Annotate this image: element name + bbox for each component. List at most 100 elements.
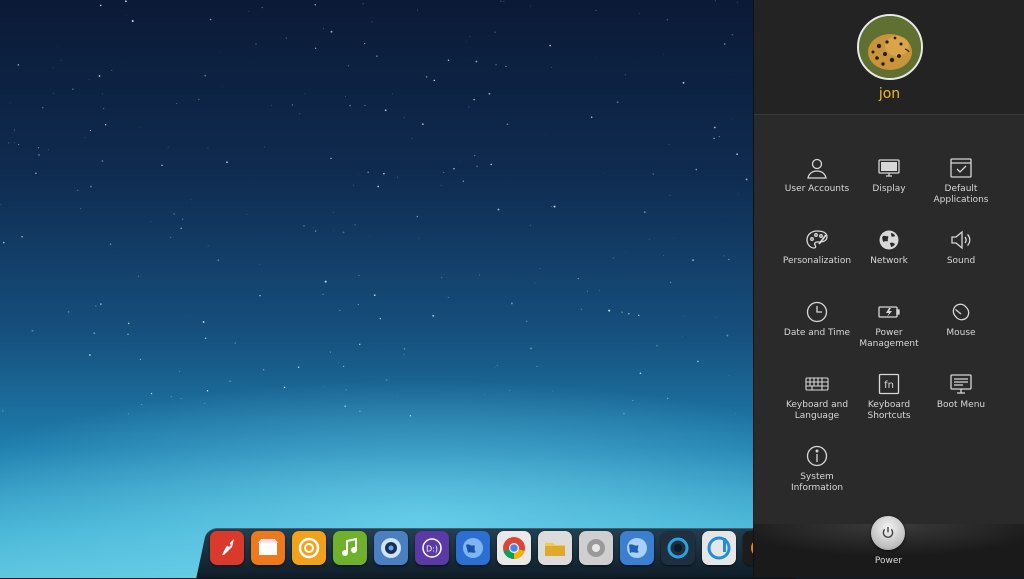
dock-item-web-browser[interactable] xyxy=(456,531,490,565)
speaker-icon xyxy=(949,228,973,252)
dock-item-chrome[interactable] xyxy=(497,531,531,565)
star xyxy=(171,396,172,397)
star xyxy=(649,239,650,240)
settings-item-date-and-time[interactable]: Date and Time xyxy=(777,292,857,356)
user-icon xyxy=(805,156,829,180)
star xyxy=(539,268,540,269)
settings-item-label: System Information xyxy=(777,472,857,494)
star xyxy=(304,93,305,94)
star xyxy=(205,337,207,339)
star xyxy=(628,313,630,315)
settings-item-label: Default Applications xyxy=(921,184,1001,206)
star xyxy=(339,310,340,311)
star xyxy=(475,61,477,63)
dock-item-file-manager[interactable] xyxy=(538,531,572,565)
star xyxy=(173,213,175,215)
star xyxy=(587,291,588,292)
star xyxy=(473,99,475,101)
star xyxy=(204,75,206,77)
rocket-icon xyxy=(214,535,240,561)
star xyxy=(179,371,180,372)
star xyxy=(697,361,699,363)
star xyxy=(530,347,532,349)
star xyxy=(673,238,674,239)
star xyxy=(495,367,496,368)
star xyxy=(613,257,614,258)
settings-item-keyboard-shortcuts[interactable]: fn Keyboard Shortcuts xyxy=(849,364,929,428)
settings-item-keyboard-and-language[interactable]: Keyboard and Language xyxy=(777,364,857,428)
dock-item-store[interactable] xyxy=(251,531,285,565)
star xyxy=(625,74,626,75)
star xyxy=(682,336,683,337)
settings-item-personalization[interactable]: Personalization xyxy=(777,220,857,284)
settings-item-network[interactable]: Network xyxy=(849,220,929,284)
star xyxy=(364,105,365,106)
star xyxy=(68,311,70,313)
dock-item-system-settings[interactable] xyxy=(579,531,613,565)
star xyxy=(170,237,171,238)
star xyxy=(432,315,434,317)
power-label: Power xyxy=(753,556,1024,566)
dock-item-browser-app[interactable] xyxy=(292,531,326,565)
star xyxy=(604,173,605,174)
star xyxy=(348,65,349,66)
star xyxy=(18,144,19,145)
star xyxy=(551,206,552,207)
star xyxy=(182,219,183,220)
star xyxy=(21,236,23,238)
settings-item-default-applications[interactable]: Default Applications xyxy=(921,148,1001,212)
star xyxy=(591,116,592,117)
star xyxy=(551,67,552,68)
settings-item-power-management[interactable]: Power Management xyxy=(849,292,929,356)
star xyxy=(713,138,715,140)
globe-icon xyxy=(877,228,901,252)
star xyxy=(353,185,354,186)
star xyxy=(299,113,300,114)
star xyxy=(260,265,261,266)
star xyxy=(77,190,79,192)
user-avatar[interactable] xyxy=(857,14,923,80)
star xyxy=(422,123,424,125)
desktop-wallpaper[interactable] xyxy=(0,0,753,578)
star xyxy=(488,93,490,95)
dock-item-media-player[interactable] xyxy=(661,531,695,565)
star xyxy=(731,34,733,36)
settings-item-display[interactable]: Display xyxy=(849,148,929,212)
star xyxy=(441,277,442,278)
star xyxy=(100,303,101,304)
star xyxy=(315,48,316,49)
star xyxy=(128,323,130,325)
dock-item-translator[interactable]: D:) xyxy=(415,531,449,565)
star xyxy=(111,70,112,71)
star xyxy=(509,390,510,391)
star xyxy=(180,228,181,229)
settings-item-boot-menu[interactable]: Boot Menu xyxy=(921,364,1001,428)
star xyxy=(284,387,286,389)
dock-item-camera[interactable] xyxy=(374,531,408,565)
star xyxy=(331,31,333,33)
star xyxy=(695,169,697,171)
star xyxy=(18,64,20,66)
control-center-panel: jon User Accounts Display Default Applic… xyxy=(753,0,1024,578)
settings-item-mouse[interactable]: Mouse xyxy=(921,292,1001,356)
keyboard-icon xyxy=(805,372,829,396)
dock-item-launcher[interactable] xyxy=(210,531,244,565)
settings-item-label: Mouse xyxy=(921,328,1001,339)
dock-item-deepin-music[interactable] xyxy=(702,531,736,565)
star xyxy=(168,147,169,148)
dock-item-music-player[interactable] xyxy=(333,531,367,565)
star xyxy=(110,243,111,244)
star xyxy=(383,173,385,175)
settings-item-user-accounts[interactable]: User Accounts xyxy=(777,148,857,212)
swirl-icon xyxy=(296,535,322,561)
star xyxy=(410,415,411,416)
settings-item-system-information[interactable]: System Information xyxy=(777,436,857,500)
star xyxy=(343,231,345,233)
power-button[interactable] xyxy=(871,516,905,550)
star xyxy=(191,199,192,200)
star xyxy=(724,255,725,256)
dock-item-network-manager[interactable] xyxy=(620,531,654,565)
star xyxy=(692,259,694,261)
star xyxy=(323,28,324,29)
settings-item-sound[interactable]: Sound xyxy=(921,220,1001,284)
